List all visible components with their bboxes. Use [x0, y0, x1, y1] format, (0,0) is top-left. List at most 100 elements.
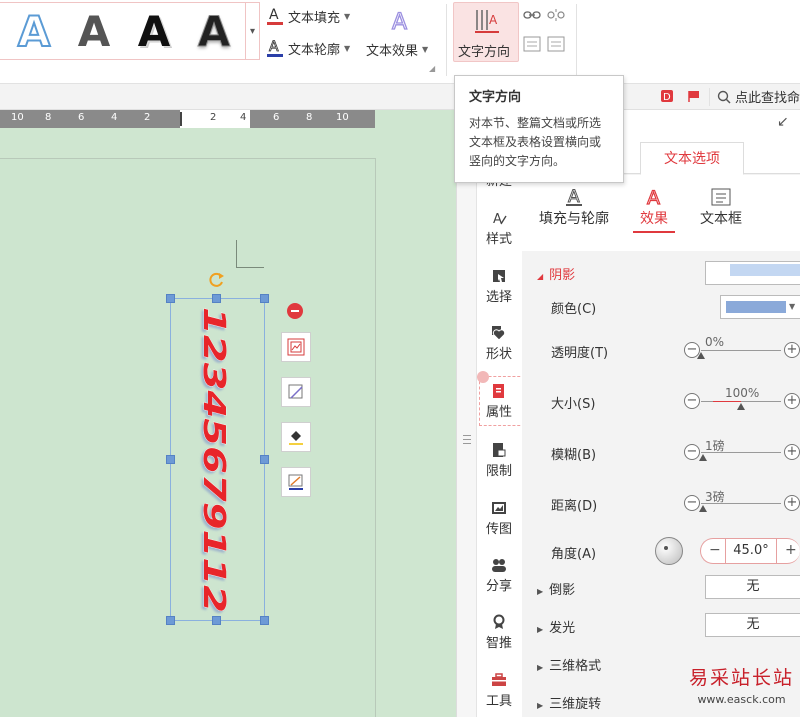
svg-text:A: A — [392, 10, 407, 34]
minus-icon[interactable]: − — [709, 542, 721, 558]
format3d-section-header[interactable]: ▶ 三维格式 — [537, 655, 601, 674]
gallery-more-button[interactable]: ▾ — [246, 2, 260, 60]
outline-button[interactable] — [281, 467, 311, 497]
rotate3d-section-header[interactable]: ▶ 三维旋转 — [537, 693, 601, 712]
sidebar-item-properties[interactable]: 属性 — [476, 383, 522, 420]
unlink-icon[interactable] — [547, 8, 565, 26]
edit-icon — [288, 384, 303, 399]
textbox-next-icon[interactable] — [547, 36, 565, 56]
minus-icon[interactable]: − — [684, 444, 700, 460]
angle-dial[interactable] — [655, 537, 683, 565]
rotate-handle-icon[interactable] — [208, 271, 226, 293]
expand-triangle-icon: ▶ — [537, 625, 544, 634]
expand-triangle-icon: ◢ — [537, 272, 544, 281]
textbox-prev-icon[interactable] — [523, 36, 541, 56]
pin-icon[interactable] — [477, 371, 489, 383]
site-watermark: 易采站长站 www.easck.com — [683, 663, 800, 717]
reflection-dropdown[interactable]: 无 — [705, 575, 800, 599]
dialog-launcher-icon[interactable]: ◢ — [429, 64, 435, 73]
distance-slider[interactable]: − 3磅 + — [683, 490, 800, 514]
fill-button[interactable] — [281, 422, 311, 452]
flag-icon[interactable] — [687, 89, 701, 107]
layout-options-button[interactable] — [281, 332, 311, 362]
sidebar-item-tools[interactable]: 工具 — [476, 672, 522, 709]
review-icon[interactable]: D — [660, 89, 674, 107]
slider-thumb[interactable] — [698, 454, 707, 461]
lock-doc-icon — [493, 443, 506, 457]
pen-outline-icon — [288, 474, 303, 490]
text-direction-button[interactable]: A 文字方向 — [453, 2, 519, 62]
resize-handle[interactable] — [166, 294, 175, 303]
sidebar-item-select[interactable]: 选择 — [476, 268, 522, 305]
reflection-label: 倒影 — [549, 583, 576, 598]
art-style-black-shadow[interactable]: A — [126, 7, 182, 57]
art-style-black-outline[interactable]: A — [186, 7, 242, 57]
link-icon[interactable] — [523, 8, 541, 26]
watermark-title: 易采站长站 — [688, 667, 794, 689]
angle-value[interactable]: 45.0° — [725, 539, 777, 563]
slider-thumb[interactable] — [737, 403, 745, 410]
collapse-arrow-icon[interactable]: ↙ — [777, 114, 789, 130]
ruler-label: 2 — [210, 112, 217, 123]
share-users-icon — [492, 559, 506, 572]
glow-dropdown[interactable]: 无 — [705, 613, 800, 637]
shadow-section-header[interactable]: ◢ 阴影 — [537, 264, 575, 283]
art-style-outline-blue[interactable]: A — [6, 6, 62, 57]
sidebar-item-label: 传图 — [485, 522, 512, 537]
plus-icon[interactable]: + — [785, 542, 797, 558]
pane-splitter[interactable] — [456, 110, 478, 717]
text-effect-icon[interactable]: A — [386, 6, 416, 35]
resize-handle[interactable] — [212, 294, 221, 303]
plus-icon[interactable]: + — [784, 342, 800, 358]
subtab-textbox[interactable]: 文本框 — [698, 186, 744, 228]
minus-icon[interactable]: − — [684, 495, 700, 511]
reflection-section-header[interactable]: ▶ 倒影 — [537, 579, 575, 598]
text-outline-button[interactable]: A 文本轮廓 ▼ — [266, 38, 350, 58]
sidebar-item-upload-image[interactable]: 传图 — [476, 500, 522, 537]
command-search[interactable]: 点此查找命 — [717, 87, 800, 106]
sidebar-item-label: 样式 — [485, 232, 512, 247]
art-style-gray[interactable]: A — [66, 7, 122, 57]
sidebar-item-restrict[interactable]: 限制 — [476, 442, 522, 479]
edit-shape-button[interactable] — [281, 377, 311, 407]
text-fill-button[interactable]: A 文本填充 ▼ — [266, 6, 350, 26]
sidebar-item-style[interactable]: A 样式 — [476, 210, 522, 247]
style-icon: A — [493, 212, 507, 226]
ribbon-separator — [446, 4, 447, 76]
vertical-text: 12345679112 — [196, 307, 231, 613]
glow-section-header[interactable]: ▶ 发光 — [537, 617, 575, 636]
sidebar-item-recommend[interactable]: 智推 — [476, 614, 522, 651]
plus-icon[interactable]: + — [784, 393, 800, 409]
plus-icon[interactable]: + — [784, 495, 800, 511]
resize-handle[interactable] — [212, 616, 221, 625]
transparency-slider[interactable]: − 0% + — [683, 335, 800, 361]
sidebar-item-shape[interactable]: 形状 — [476, 325, 522, 362]
resize-handle[interactable] — [260, 616, 269, 625]
sidebar-item-share[interactable]: 分享 — [476, 557, 522, 594]
subtab-fill-outline[interactable]: A 填充与轮廓 — [538, 186, 610, 228]
slider-thumb[interactable] — [698, 505, 707, 512]
rotate3d-label: 三维旋转 — [549, 697, 602, 712]
textbox-icon — [711, 188, 731, 206]
plus-icon[interactable]: + — [784, 444, 800, 460]
fill-outline-icon: A — [566, 187, 582, 208]
sidebar-item-label: 限制 — [485, 464, 512, 479]
text-effect-button[interactable]: 文本效果 ▼ — [366, 40, 428, 59]
blur-slider[interactable]: − 1磅 + — [683, 439, 800, 463]
sidebar-item-label: 分享 — [485, 579, 512, 594]
subtab-effects[interactable]: A 效果 — [633, 186, 675, 233]
shadow-preset-dropdown[interactable] — [705, 261, 800, 285]
format3d-label: 三维格式 — [549, 659, 602, 674]
shadow-color-picker[interactable]: ▼ — [720, 295, 800, 319]
size-slider[interactable]: − 100% + — [683, 386, 800, 412]
tab-text-options[interactable]: 文本选项 — [640, 142, 744, 175]
angle-spinner[interactable]: − 45.0° + — [700, 538, 800, 564]
resize-handle[interactable] — [260, 294, 269, 303]
ruler-label: 2 — [144, 112, 151, 123]
minus-icon[interactable]: − — [684, 393, 700, 409]
vertical-text-content[interactable]: 12345679112 — [158, 305, 278, 615]
ruler-indent-marker[interactable] — [180, 112, 182, 126]
slider-thumb[interactable] — [697, 352, 705, 359]
resize-handle[interactable] — [166, 616, 175, 625]
remove-icon[interactable] — [287, 303, 303, 319]
